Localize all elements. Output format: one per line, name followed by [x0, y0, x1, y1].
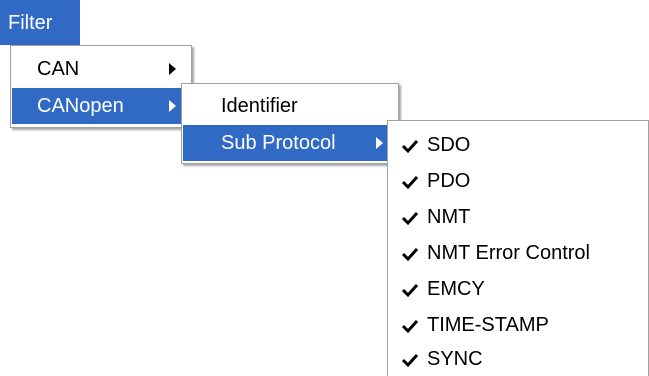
menu-item-sync[interactable]: SYNC	[389, 341, 647, 376]
menu-item-sdo-label: SDO	[427, 134, 471, 156]
menu-item-sync-label: SYNC	[427, 348, 483, 370]
menu-item-time-stamp[interactable]: TIME-STAMP	[389, 307, 647, 343]
chevron-right-icon	[376, 137, 383, 149]
menu-item-canopen-label: CANopen	[37, 95, 124, 117]
chevron-right-icon	[169, 63, 176, 75]
menu-item-identifier[interactable]: Identifier	[183, 88, 397, 124]
menu-item-canopen[interactable]: CANopen	[12, 88, 190, 124]
menu-filter[interactable]: Filter	[0, 0, 80, 45]
menu-item-identifier-label: Identifier	[221, 95, 298, 117]
menu-item-nmt-error-control[interactable]: NMT Error Control	[389, 235, 647, 271]
menu-filter-label: Filter	[8, 12, 53, 34]
menu-item-can-label: CAN	[37, 58, 80, 80]
checkmark-icon	[401, 247, 419, 262]
menu-item-nmt-label: NMT	[427, 206, 471, 228]
menu-item-can[interactable]: CAN	[12, 51, 190, 87]
filter-menu: CAN CANopen	[10, 45, 192, 128]
checkmark-icon	[401, 139, 419, 154]
menu-item-emcy[interactable]: EMCY	[389, 271, 647, 307]
checkmark-icon	[401, 283, 419, 298]
menu-item-emcy-label: EMCY	[427, 278, 485, 300]
menu-item-pdo[interactable]: PDO	[389, 163, 647, 199]
screen: Filter CAN CANopen Identifier Sub Protoc…	[0, 0, 649, 376]
menu-item-sub-protocol[interactable]: Sub Protocol	[183, 125, 397, 161]
menu-item-sub-protocol-label: Sub Protocol	[221, 132, 336, 154]
checkmark-icon	[401, 353, 419, 368]
menu-item-pdo-label: PDO	[427, 170, 471, 192]
chevron-right-icon	[169, 100, 176, 112]
menu-item-nmt[interactable]: NMT	[389, 199, 647, 235]
sub-protocol-submenu: SDO PDO NMT NMT Error Control EMCY TIME-…	[387, 120, 649, 376]
menu-item-time-stamp-label: TIME-STAMP	[427, 314, 549, 336]
canopen-submenu: Identifier Sub Protocol	[181, 83, 399, 164]
checkmark-icon	[401, 319, 419, 334]
menu-item-sdo[interactable]: SDO	[389, 127, 647, 163]
menu-item-nmt-error-control-label: NMT Error Control	[427, 242, 590, 264]
checkmark-icon	[401, 175, 419, 190]
checkmark-icon	[401, 211, 419, 226]
